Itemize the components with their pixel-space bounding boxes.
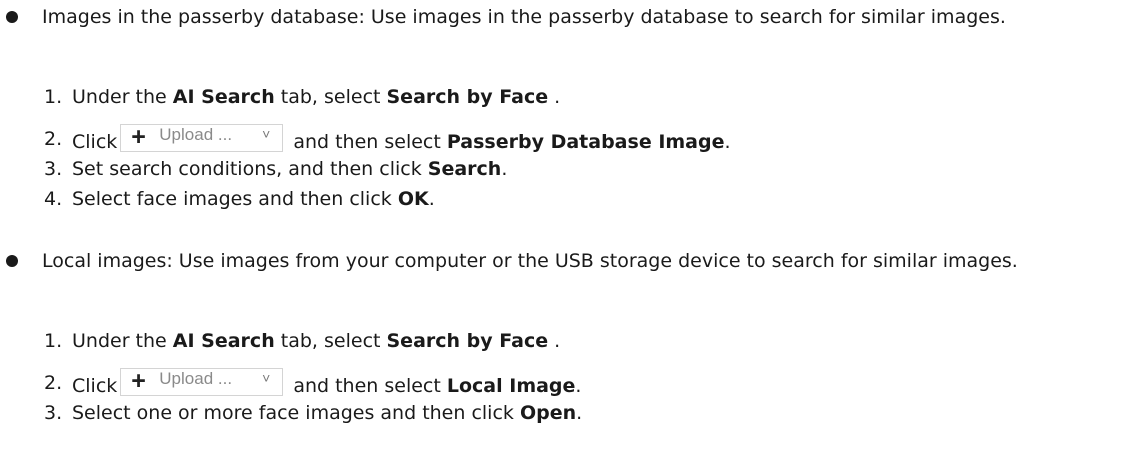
step-item: 1. Under the AI Search tab, select Search… bbox=[44, 326, 1132, 356]
step-text: . bbox=[548, 330, 561, 352]
bullet-text: Local images: Use images from your compu… bbox=[42, 250, 1018, 272]
step-item: 4. Select face images and then click OK. bbox=[44, 184, 1132, 214]
upload-button[interactable]: + Upload ... ˅ bbox=[120, 123, 284, 152]
steps-list: 2. Click + Upload ... ˅ and then select Loca… bbox=[0, 368, 1132, 428]
step-text: and then select bbox=[287, 131, 447, 153]
step-item: 3. Set search conditions, and then click … bbox=[44, 154, 1132, 184]
step-item: 3. Select one or more face images and the… bbox=[44, 398, 1132, 428]
step-text: tab, select bbox=[274, 86, 387, 108]
bullet-item: Images in the passerby database: Use ima… bbox=[0, 2, 1122, 32]
step-number: 1. bbox=[44, 86, 63, 108]
step-number: 2. bbox=[44, 372, 63, 394]
plus-icon: + bbox=[131, 123, 146, 151]
step-number: 3. bbox=[44, 158, 63, 180]
step-item: 2. Click + Upload ... ˅ and then select Pass… bbox=[44, 124, 1132, 154]
steps-list: 1. Under the AI Search tab, select Search… bbox=[0, 82, 1132, 112]
step-bold: Search by Face bbox=[386, 330, 549, 352]
step-text: Select face images and then click bbox=[72, 188, 398, 210]
bullet-text: Images in the passerby database: Use ima… bbox=[42, 6, 1006, 28]
upload-label: Upload ... bbox=[159, 125, 233, 144]
step-item: 1. Under the AI Search tab, select Search… bbox=[44, 82, 1132, 112]
step-bold: Open bbox=[519, 402, 577, 424]
step-text: Under the bbox=[72, 86, 173, 108]
step-text: Set search conditions, and then click bbox=[72, 158, 428, 180]
step-text: Click bbox=[72, 131, 118, 153]
step-text: Click bbox=[72, 375, 118, 397]
plus-icon: + bbox=[131, 367, 146, 395]
step-text: . bbox=[724, 131, 731, 153]
chevron-down-icon: ˅ bbox=[262, 126, 271, 142]
step-text: . bbox=[576, 402, 583, 424]
step-item: 2. Click + Upload ... ˅ and then select Loca… bbox=[44, 368, 1132, 398]
steps-list: 1. Under the AI Search tab, select Search… bbox=[0, 326, 1132, 356]
step-bold: Passerby Database Image bbox=[446, 131, 725, 153]
step-bold: AI Search bbox=[172, 86, 275, 108]
step-bold: Local Image bbox=[446, 375, 576, 397]
step-number: 3. bbox=[44, 402, 63, 424]
step-number: 1. bbox=[44, 330, 63, 352]
step-bold: OK bbox=[397, 188, 429, 210]
bullet-item: Local images: Use images from your compu… bbox=[0, 246, 1122, 276]
step-text: Select one or more face images and then … bbox=[72, 402, 520, 424]
step-bold: Search by Face bbox=[386, 86, 549, 108]
step-text: and then select bbox=[287, 375, 447, 397]
step-number: 2. bbox=[44, 128, 63, 150]
step-text: . bbox=[548, 86, 561, 108]
bullet-dot bbox=[6, 11, 18, 23]
step-text: . bbox=[501, 158, 508, 180]
step-text: . bbox=[428, 188, 435, 210]
steps-list: 2. Click + Upload ... ˅ and then select Pass… bbox=[0, 124, 1132, 214]
step-text: Under the bbox=[72, 330, 173, 352]
step-text: tab, select bbox=[274, 330, 387, 352]
step-number: 4. bbox=[44, 188, 63, 210]
upload-button[interactable]: + Upload ... ˅ bbox=[120, 367, 284, 396]
step-bold: Search bbox=[427, 158, 502, 180]
step-text: . bbox=[575, 375, 582, 397]
chevron-down-icon: ˅ bbox=[262, 370, 271, 386]
bullet-dot bbox=[6, 255, 18, 267]
step-bold: AI Search bbox=[172, 330, 275, 352]
upload-label: Upload ... bbox=[159, 369, 233, 388]
